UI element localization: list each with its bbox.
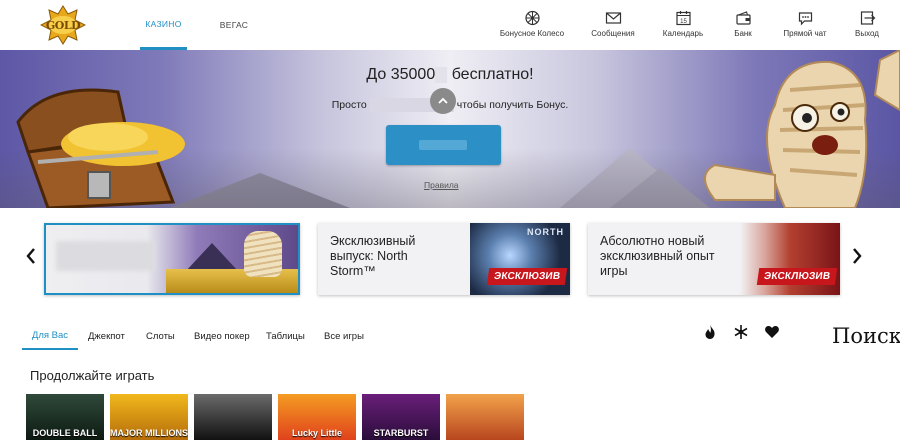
live-chat-label: Прямой чат bbox=[783, 29, 827, 38]
game-title: MAJOR MILLIONS bbox=[110, 428, 188, 438]
promo-card-new-game[interactable]: Абсолютно новый эксклюзивный опыт игры Э… bbox=[588, 223, 840, 295]
redacted-currency bbox=[435, 66, 448, 83]
exclusive-badge: ЭКСКЛЮЗИВ bbox=[756, 268, 838, 285]
exclusive-badge: ЭКСКЛЮЗИВ bbox=[486, 268, 568, 285]
calendar-label: Календарь bbox=[662, 29, 704, 38]
promo-text: Эксклюзивный выпуск: North Storm™ bbox=[330, 234, 416, 278]
bank-button[interactable]: Банк bbox=[726, 10, 760, 44]
snowflake-icon[interactable] bbox=[733, 324, 749, 340]
game-title: STARBURST bbox=[373, 428, 429, 438]
promo-pyramid-art bbox=[186, 243, 238, 271]
fire-icon[interactable] bbox=[702, 324, 718, 340]
game-title: Lucky Little bbox=[291, 428, 342, 438]
chevron-left-icon[interactable] bbox=[24, 246, 38, 266]
calendar-button[interactable]: 15 Календарь bbox=[660, 10, 706, 44]
game-title: DOUBLE BALL bbox=[32, 428, 98, 438]
envelope-icon bbox=[605, 12, 621, 24]
tab-jackpot[interactable]: Джекпот bbox=[88, 322, 125, 350]
tab-for-you[interactable]: Для Вас bbox=[22, 322, 78, 350]
bonus-headline: До 35000 бесплатно! bbox=[300, 66, 600, 84]
bonus-subtitle-suffix: чтобы получить Бонус. bbox=[456, 99, 569, 111]
top-navigation-bar: GOLD КАЗИНО ВЕГАС Бонусное Колесо Сообще… bbox=[0, 0, 900, 50]
bonus-wheel-button[interactable]: Бонусное Колесо bbox=[498, 10, 566, 44]
tab-tables[interactable]: Таблицы bbox=[266, 322, 305, 350]
bonus-headline-suffix: бесплатно! bbox=[451, 66, 534, 83]
game-thumbnail-major-millions[interactable]: MAJOR MILLIONS bbox=[110, 394, 188, 440]
treasure-chest-image bbox=[16, 88, 185, 208]
logout-button[interactable]: Выход bbox=[850, 10, 884, 44]
bonus-subtitle-prefix: Просто bbox=[331, 99, 367, 111]
messages-label: Сообщения bbox=[591, 29, 635, 38]
tab-casino[interactable]: КАЗИНО bbox=[140, 0, 187, 50]
calendar-day: 15 bbox=[680, 19, 687, 25]
game-thumbnail-double-ball[interactable]: DOUBLE BALL bbox=[26, 394, 104, 440]
chat-icon bbox=[798, 12, 812, 26]
logout-label: Выход bbox=[855, 29, 879, 38]
game-filter-bar: Для Вас Джекпот Слоты Видео покер Таблиц… bbox=[0, 314, 900, 356]
wheel-icon bbox=[524, 10, 540, 26]
game-thumbnail-starburst[interactable]: STARBURST bbox=[362, 394, 440, 440]
game-thumbnail-egypt[interactable] bbox=[446, 394, 524, 440]
mummy-character-image bbox=[704, 50, 900, 208]
redacted-promo-text bbox=[56, 241, 156, 271]
collapse-banner-button[interactable] bbox=[430, 88, 456, 114]
promo-text: Абсолютно новый эксклюзивный опыт игры bbox=[600, 234, 715, 278]
bonus-wheel-label: Бонусное Колесо bbox=[499, 29, 565, 38]
exit-icon bbox=[860, 11, 875, 25]
messages-button[interactable]: Сообщения bbox=[590, 10, 636, 44]
chevron-right-icon[interactable] bbox=[850, 246, 864, 266]
tab-vegas[interactable]: ВЕГАС bbox=[214, 0, 254, 50]
tab-all-games[interactable]: Все игры bbox=[324, 322, 364, 350]
game-thumbnail-lucky-little[interactable]: Lucky Little bbox=[278, 394, 356, 440]
promo-card-mummy[interactable] bbox=[44, 223, 300, 295]
tab-slots[interactable]: Слоты bbox=[146, 322, 175, 350]
promo-carousel: Эксклюзивный выпуск: North Storm™ NORTH … bbox=[0, 208, 900, 306]
continue-playing-heading: Продолжайте играть bbox=[30, 368, 155, 383]
promo-card-north-storm[interactable]: Эксклюзивный выпуск: North Storm™ NORTH … bbox=[318, 223, 570, 295]
wallet-icon bbox=[735, 11, 751, 25]
tab-video-poker[interactable]: Видео покер bbox=[194, 322, 250, 350]
casino-logo[interactable]: GOLD bbox=[39, 5, 87, 45]
claim-bonus-button[interactable] bbox=[386, 125, 501, 165]
rules-link[interactable]: Правила bbox=[424, 180, 459, 190]
bonus-headline-prefix: До 35000 bbox=[366, 66, 436, 83]
calendar-icon: 15 bbox=[675, 11, 691, 26]
bank-label: Банк bbox=[734, 29, 752, 38]
redacted-button-label bbox=[419, 140, 467, 150]
chevron-up-icon bbox=[438, 97, 448, 104]
game-thumbnail-knight[interactable] bbox=[194, 394, 272, 440]
heart-icon[interactable] bbox=[764, 324, 780, 340]
promo-mummy-art bbox=[244, 231, 282, 277]
logo-wordmark: GOLD bbox=[45, 18, 81, 32]
search-button[interactable]: Поиск bbox=[832, 324, 900, 348]
live-chat-button[interactable]: Прямой чат bbox=[780, 10, 830, 44]
north-logo: NORTH bbox=[527, 227, 564, 237]
